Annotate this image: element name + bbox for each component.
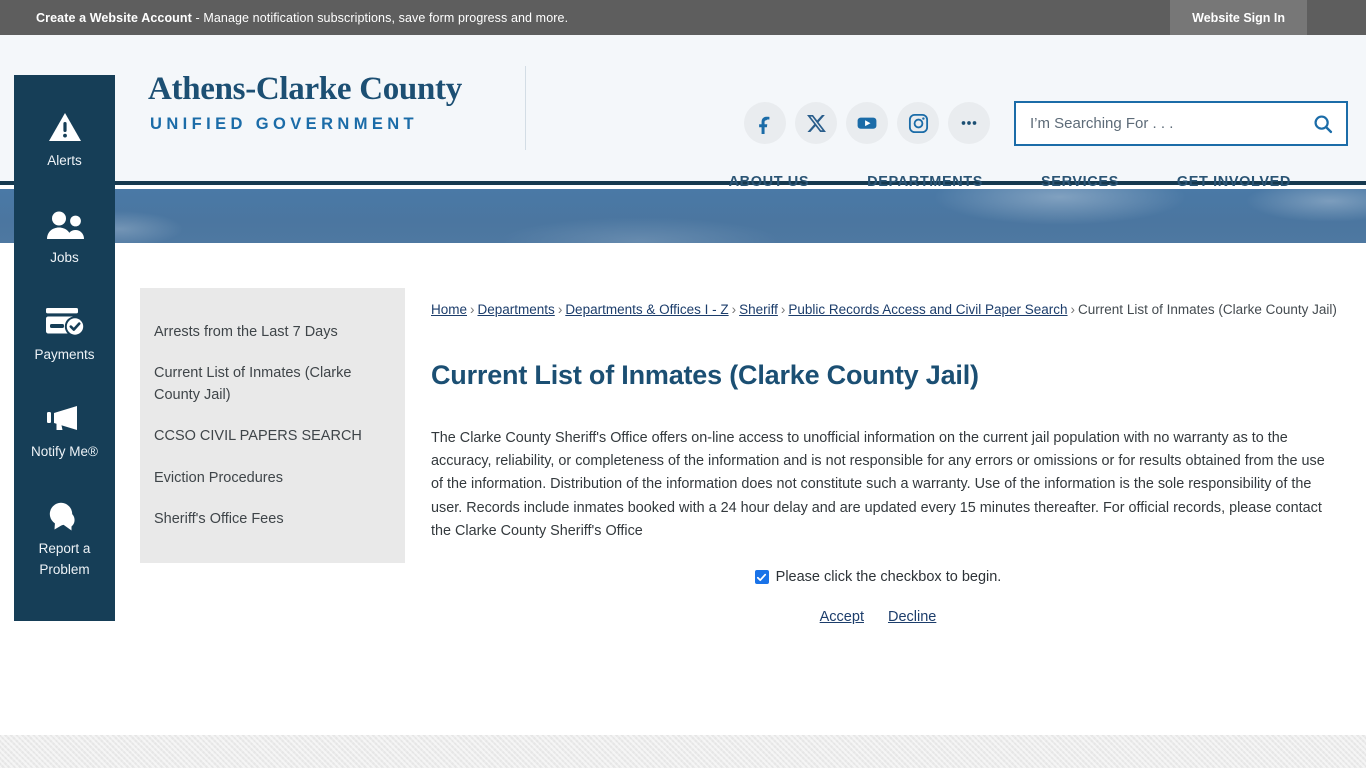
breadcrumb-link-home[interactable]: Home bbox=[431, 302, 467, 317]
more-icon[interactable] bbox=[948, 102, 990, 144]
create-account-message[interactable]: Create a Website Account - Manage notifi… bbox=[36, 11, 568, 25]
breadcrumb-separator: › bbox=[1070, 302, 1076, 317]
breadcrumb-current-page: Current List of Inmates (Clarke County J… bbox=[1078, 302, 1337, 317]
sidebar-label-report-a-problem: Report a Problem bbox=[38, 540, 91, 577]
leftnav-item-arrests-last-7-days[interactable]: Arrests from the Last 7 Days bbox=[140, 312, 405, 353]
consent-checkbox-label: Please click the checkbox to begin. bbox=[775, 569, 1002, 586]
sidebar-item-payments[interactable]: Payments bbox=[14, 295, 115, 366]
page-title: Current List of Inmates (Clarke County J… bbox=[431, 359, 979, 390]
sidebar-label-notify-me: Notify Me® bbox=[31, 443, 98, 459]
site-logo[interactable]: Athens-Clarke County UNIFIED GOVERNMENT bbox=[148, 73, 488, 134]
breadcrumb-separator: › bbox=[780, 302, 786, 317]
sidebar-item-alerts[interactable]: Alerts bbox=[14, 101, 115, 172]
people-icon bbox=[44, 198, 86, 240]
consent-checkbox-row: Please click the checkbox to begin. bbox=[754, 569, 1002, 586]
main-column: Home › Departments › Departments & Offices I… bbox=[431, 300, 1337, 625]
breadcrumb-separator: › bbox=[557, 302, 563, 317]
top-utility-bar: Create a Website Account - Manage notifi… bbox=[0, 0, 1366, 35]
site-header: Athens-Clarke County UNIFIED GOVERNMENT bbox=[0, 35, 1366, 190]
alert-triangle-icon bbox=[47, 101, 83, 143]
leftnav-item-current-list-of-inmates[interactable]: Current List of Inmates (Clarke County J… bbox=[140, 353, 405, 416]
search-submit-button[interactable] bbox=[1300, 103, 1346, 144]
sidebar-label-alerts: Alerts bbox=[47, 153, 82, 168]
breadcrumb-link-departments-offices-i-z[interactable]: Departments & Offices I - Z bbox=[565, 302, 728, 317]
section-navigation: Arrests from the Last 7 Days Current Lis… bbox=[140, 288, 405, 563]
sidebar-label-payments: Payments bbox=[34, 346, 95, 362]
quick-links-sidebar: Alerts Jobs Payments Notify Me® Report a… bbox=[14, 75, 115, 621]
hero-banner-image bbox=[0, 189, 1366, 243]
breadcrumb-separator: › bbox=[731, 302, 737, 317]
breadcrumb-link-public-records-access[interactable]: Public Records Access and Civil Paper Se… bbox=[788, 302, 1067, 317]
breadcrumb-separator: › bbox=[470, 302, 475, 317]
header-divider bbox=[525, 66, 526, 150]
credit-card-check-icon bbox=[43, 295, 87, 337]
create-account-link[interactable]: Create a Website Account bbox=[36, 11, 192, 25]
logo-primary-text: Athens-Clarke County bbox=[148, 71, 462, 107]
page-body-text: The Clarke County Sheriff's Office offer… bbox=[431, 429, 1325, 539]
breadcrumb: Home › Departments › Departments & Offices I… bbox=[431, 300, 1337, 321]
sidebar-label-jobs: Jobs bbox=[50, 249, 79, 265]
accept-link[interactable]: Accept bbox=[820, 609, 864, 625]
social-links bbox=[744, 102, 990, 144]
begin-checkbox[interactable] bbox=[754, 570, 769, 585]
facebook-icon[interactable] bbox=[744, 102, 786, 144]
create-account-subtext: - Manage notification subscriptions, sav… bbox=[191, 10, 569, 25]
consent-block: Please click the checkbox to begin. Acce… bbox=[431, 569, 1337, 625]
youtube-icon[interactable] bbox=[846, 102, 888, 144]
leftnav-item-sheriffs-office-fees[interactable]: Sheriff's Office Fees bbox=[140, 499, 405, 540]
footer-strip bbox=[0, 735, 1366, 768]
sidebar-item-report-a-problem[interactable]: Report a Problem bbox=[14, 489, 115, 581]
search-icon bbox=[1314, 114, 1333, 133]
leftnav-item-ccso-civil-papers-search[interactable]: CCSO CIVIL PAPERS SEARCH bbox=[140, 416, 405, 457]
search-input[interactable] bbox=[1016, 103, 1300, 144]
x-twitter-icon[interactable] bbox=[795, 102, 837, 144]
chat-bubbles-icon bbox=[44, 489, 86, 531]
checkmark-icon bbox=[757, 573, 767, 581]
decline-link[interactable]: Decline bbox=[888, 609, 936, 625]
megaphone-icon bbox=[44, 392, 86, 434]
leftnav-item-eviction-procedures[interactable]: Eviction Procedures bbox=[140, 458, 405, 499]
sidebar-item-notify-me[interactable]: Notify Me® bbox=[14, 392, 115, 463]
sidebar-item-jobs[interactable]: Jobs bbox=[14, 198, 115, 269]
site-search[interactable] bbox=[1014, 101, 1348, 146]
breadcrumb-link-departments[interactable]: Departments bbox=[478, 302, 555, 317]
instagram-icon[interactable] bbox=[897, 102, 939, 144]
logo-secondary-text: UNIFIED GOVERNMENT bbox=[150, 115, 419, 133]
breadcrumb-link-sheriff[interactable]: Sheriff bbox=[739, 302, 778, 317]
consent-actions: Accept Decline bbox=[431, 609, 1325, 625]
website-sign-in-button[interactable]: Website Sign In bbox=[1170, 0, 1307, 35]
